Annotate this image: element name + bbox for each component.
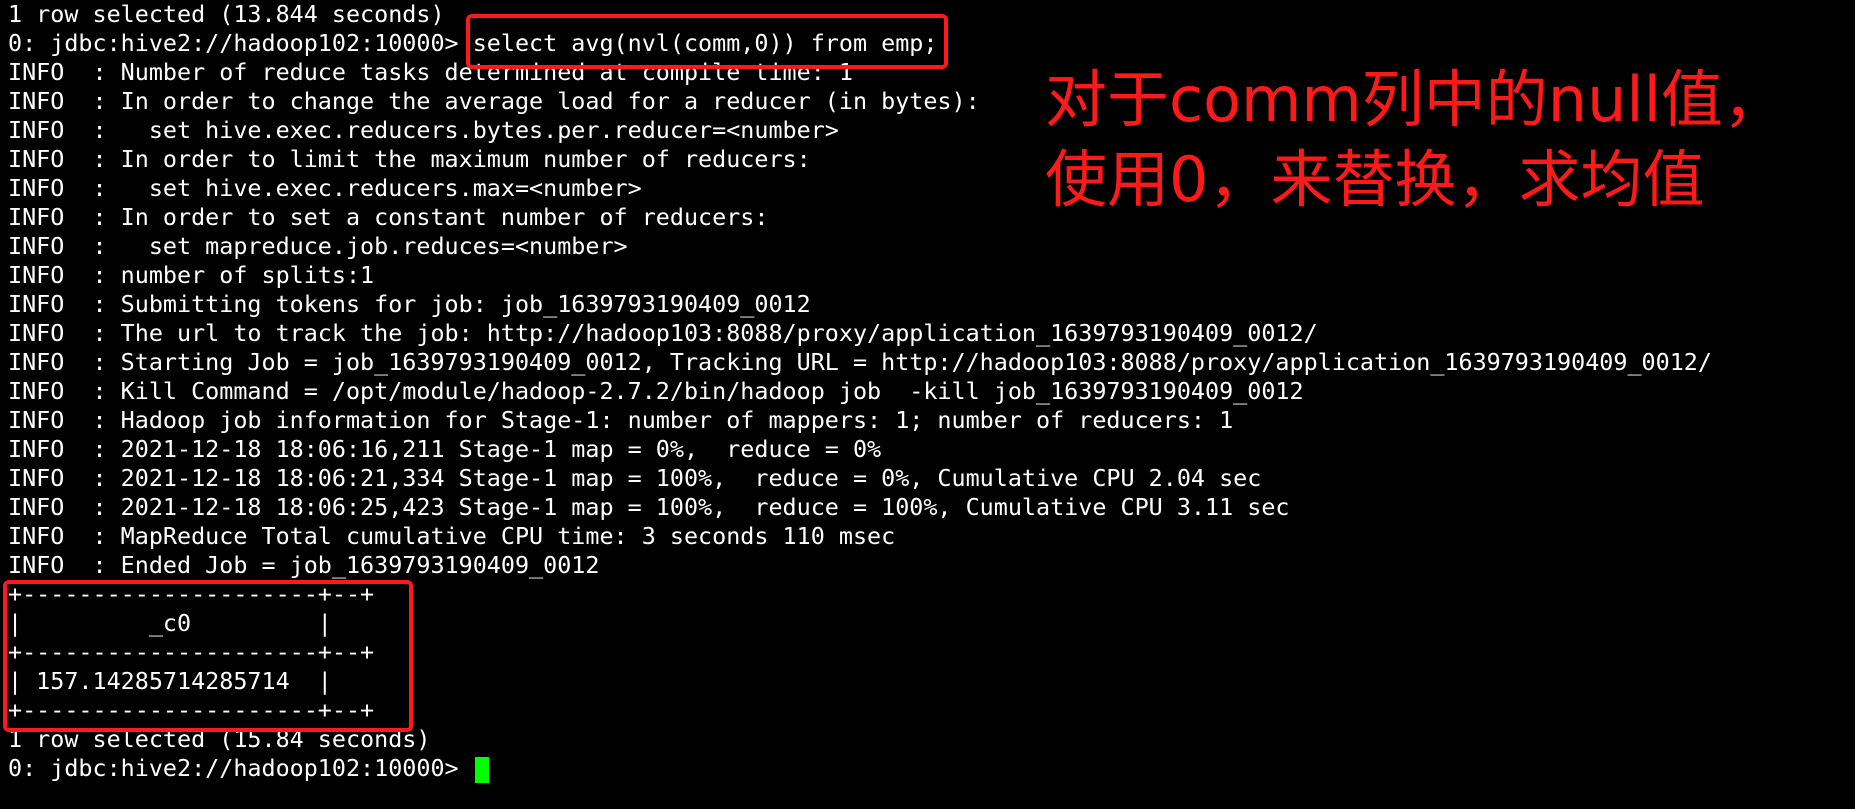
- query-highlight-box: [466, 14, 948, 69]
- terminal-line: INFO : Hadoop job information for Stage-…: [8, 406, 1234, 434]
- terminal-line: INFO : Submitting tokens for job: job_16…: [8, 290, 811, 318]
- terminal-window[interactable]: 1 row selected (13.844 seconds) 0: jdbc:…: [0, 0, 1855, 809]
- terminal-line: INFO : Kill Command = /opt/module/hadoop…: [8, 377, 1304, 405]
- terminal-line: INFO : MapReduce Total cumulative CPU ti…: [8, 522, 896, 550]
- terminal-line: INFO : set mapreduce.job.reduces=<number…: [8, 232, 628, 260]
- terminal-line: INFO : Ended Job = job_1639793190409_001…: [8, 551, 600, 579]
- terminal-line: INFO : The url to track the job: http://…: [8, 319, 1318, 347]
- annotation-text: 对于comm列中的null值， 使用0，来替换，求均值: [1045, 60, 1825, 220]
- annotation-line: 使用0，来替换，求均值: [1045, 143, 1705, 216]
- terminal-line: INFO : number of splits:1: [8, 261, 375, 289]
- annotation-line: 对于comm列中的null值，: [1045, 63, 1785, 136]
- terminal-line: INFO : Starting Job = job_1639793190409_…: [8, 348, 1712, 376]
- terminal-line: INFO : 2021-12-18 18:06:16,211 Stage-1 m…: [8, 435, 882, 463]
- prompt-text: 0: jdbc:hive2://hadoop102:10000>: [8, 754, 473, 782]
- result-highlight-box: [3, 580, 413, 732]
- prompt-line[interactable]: 0: jdbc:hive2://hadoop102:10000>: [8, 754, 1712, 783]
- text-cursor: [474, 756, 489, 783]
- terminal-line: INFO : 2021-12-18 18:06:25,423 Stage-1 m…: [8, 493, 1290, 521]
- terminal-line: INFO : 2021-12-18 18:06:21,334 Stage-1 m…: [8, 464, 1262, 492]
